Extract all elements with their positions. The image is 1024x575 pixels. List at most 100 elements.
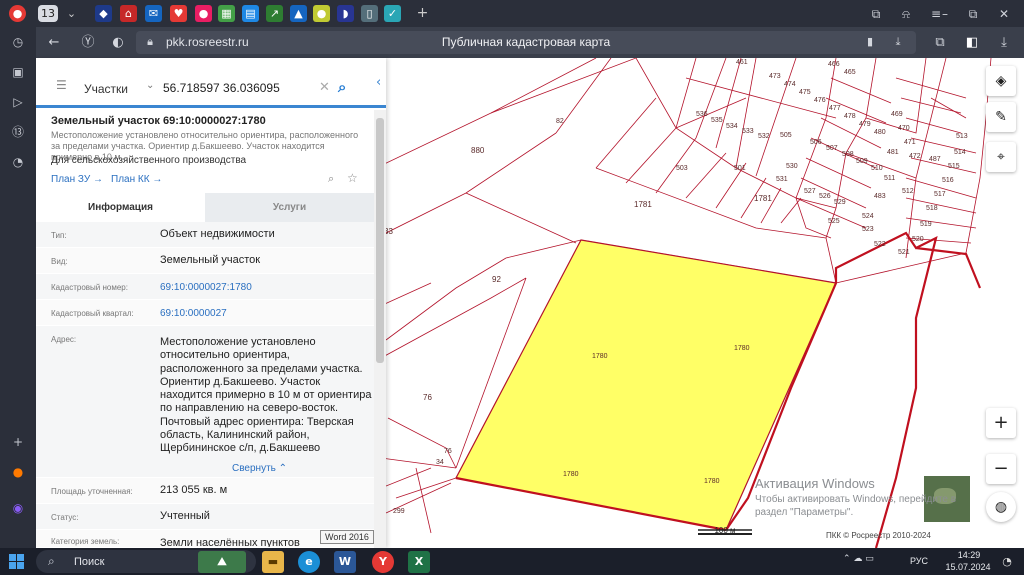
tab-favicon[interactable]: ● [313,5,330,22]
restore-icon[interactable]: ⧉ [963,5,983,23]
plan-kk-link[interactable]: План КК → [111,174,162,185]
system-tray-icons[interactable]: ⌃ ☁ ▭ [843,554,874,564]
table-row: Кадастровый номер: 69:10:0000027:1780 [36,274,374,300]
excel-icon[interactable]: X [408,551,430,573]
map-label: 510 [871,165,883,172]
map-label: 508 [842,151,854,158]
search-icon[interactable]: ⌕ [338,78,346,96]
tab-services[interactable]: Услуги [205,193,374,222]
zoom-to-object-icon[interactable]: ⌕ [328,172,334,186]
assistant-icon[interactable]: ◉ [9,499,27,517]
parcel-label: 1780 [563,471,579,478]
video-icon[interactable]: ▷ [9,93,27,111]
widgets-icon[interactable]: ⛰ [198,551,246,573]
tab-favicon[interactable]: ▯ [361,5,378,22]
measure-button[interactable]: ✎ [986,102,1016,132]
zoom-out-button[interactable]: − [986,454,1016,484]
tabs-count-icon[interactable]: ⑬ [9,123,27,141]
arrow-right-icon: → [152,174,163,185]
zoom-in-button[interactable]: + [986,408,1016,438]
notifications-icon[interactable]: ⍾ [896,5,916,23]
new-tab-icon[interactable]: + [414,5,431,22]
close-icon[interactable]: ✕ [994,5,1014,23]
downloads-icon[interactable]: ⤓ [994,33,1014,53]
add-panel-icon[interactable]: + [9,433,27,451]
tab-favicon[interactable]: ⌂ [120,5,137,22]
bookmarks-icon[interactable]: ⧉ [866,5,886,23]
edge-icon[interactable]: e [298,551,320,573]
tab-counter[interactable]: 13 [38,5,58,22]
messenger-icon[interactable]: ● [9,463,27,481]
clock-date[interactable]: 15.07.2024 [942,562,994,572]
tab-favicon[interactable]: ▤ [242,5,259,22]
collapse-label: Свернуть [232,463,276,474]
locate-button[interactable]: ⌖ [986,142,1016,172]
tab-favicon[interactable]: ◆ [95,5,112,22]
file-explorer-icon[interactable]: ▬ [262,551,284,573]
map-label: 532 [758,133,770,140]
taskbar-search-label: Поиск [74,556,105,568]
map-label: 82 [556,118,564,125]
field-label: Кадастровый номер: [51,283,128,292]
map-label: 535 [711,117,723,124]
reader-icon[interactable]: ⧉ [930,33,950,53]
bookmark-icon[interactable]: ▮ [860,32,880,52]
hamburger-menu-icon[interactable]: ☰ [56,78,70,92]
map-label: 473 [769,73,781,80]
search-icon: ⌕ [48,554,55,568]
search-scope-select[interactable]: Участки [84,82,128,96]
clock-icon[interactable]: ◔ [9,153,27,171]
scrollbar-thumb[interactable] [376,118,384,363]
back-icon[interactable]: ← [44,33,64,53]
tab-favicon[interactable]: ▦ [218,5,235,22]
yandex-icon[interactable]: Ⓨ [78,33,98,53]
profile-icon[interactable]: ◧ [962,33,982,53]
table-row: Площадь уточненная: 213 055 кв. м [36,478,374,504]
collapse-link[interactable]: Свернуть ⌃ [232,463,287,474]
notifications-bell-icon[interactable]: ◔ [996,551,1018,573]
map-label: 477 [829,105,841,112]
tab-favicon[interactable]: ✉ [145,5,162,22]
browser-logo-icon[interactable]: ● [9,5,26,22]
tab-active-favicon[interactable]: ✓ [384,5,401,22]
search-input[interactable]: 56.718597 36.036095 [163,81,280,95]
field-label: Статус: [51,513,79,522]
clear-icon[interactable]: ✕ [319,80,330,95]
windows-logo-tile [17,554,24,561]
field-value: Учтенный [160,510,210,522]
word-icon[interactable]: W [334,551,356,573]
map-label: 76 [423,393,432,402]
yandex-browser-icon[interactable]: Y [372,551,394,573]
layers-button[interactable]: ◈ [986,66,1016,96]
cadastral-number-link[interactable]: 69:10:0000027:1780 [160,282,252,293]
tab-favicon[interactable]: ♥ [170,5,187,22]
download-icon[interactable]: ⤓ [888,32,908,52]
minimize-icon[interactable]: – [935,5,955,23]
map-label: 501 [734,165,746,172]
tabs-dropdown-icon[interactable]: ⌄ [63,5,80,22]
clock-time[interactable]: 14:29 [950,550,988,560]
tab-information[interactable]: Информация [36,193,205,222]
language-indicator[interactable]: РУС [910,556,928,566]
tab-favicon[interactable]: ◗ [337,5,354,22]
url-field[interactable]: 🔒︎ pkk.rosreestr.ru Публичная кадастрова… [136,31,916,54]
plan-zu-link[interactable]: План ЗУ → [51,174,103,185]
favorite-star-icon[interactable]: ☆ [347,171,358,185]
windows-logo-tile [17,562,24,569]
windows-logo-tile [9,554,16,561]
table-row: Статус: Учтенный [36,504,374,530]
compass-button[interactable]: ◍ [986,492,1016,522]
start-button[interactable] [9,554,24,569]
arrow-right-icon: → [92,174,103,185]
collections-icon[interactable]: ▣ [9,63,27,81]
history-icon[interactable]: ◷ [9,33,27,51]
cadastral-quarter-link[interactable]: 69:10:0000027 [160,308,227,319]
map-label: 523 [862,226,874,233]
chevron-down-icon[interactable]: ⌄ [146,80,154,91]
tab-favicon[interactable]: ↗ [266,5,283,22]
tab-favicon[interactable]: ▲ [290,5,307,22]
tab-favicon[interactable]: ● [195,5,212,22]
panel-collapse-icon[interactable]: ‹ [376,75,381,90]
field-value: Земельный участок [160,254,261,266]
security-icon[interactable]: ◐ [108,33,128,53]
